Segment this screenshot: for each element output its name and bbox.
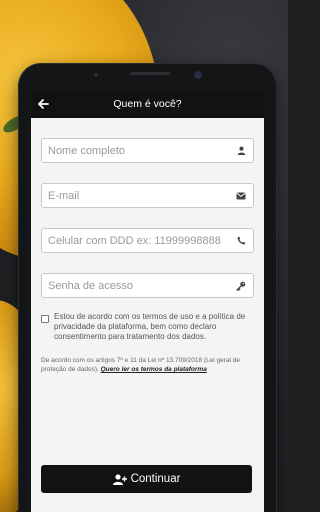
terms-link[interactable]: Quero ler os termos da plataforma (101, 366, 207, 373)
consent-row: Estou de acordo com os termos de uso e a… (41, 312, 254, 342)
top-bar: Quem é você? (31, 90, 264, 118)
phone-speaker (130, 72, 170, 75)
continue-button[interactable]: Continuar (41, 465, 252, 493)
name-input[interactable] (42, 139, 232, 162)
user-icon (232, 146, 250, 155)
phone-icon (232, 236, 250, 245)
phone-camera (195, 72, 201, 78)
app-screen: Quem é você? Nome completo E-mail Celula… (31, 90, 264, 512)
signup-form: Estou de acordo com os termos de uso e a… (31, 118, 264, 374)
back-button[interactable] (33, 94, 53, 114)
page-title: Quem é você? (113, 98, 182, 110)
envelope-icon (232, 192, 250, 200)
key-icon (232, 281, 250, 291)
name-field (41, 138, 254, 163)
phone-input[interactable] (42, 229, 232, 252)
consent-checkbox[interactable] (41, 315, 49, 323)
law-notice: De acordo com os artigos 7º e 11 da Lei … (41, 356, 254, 374)
continue-label: Continuar (130, 473, 181, 485)
phone-field (41, 228, 254, 253)
user-plus-icon (112, 473, 127, 485)
email-input[interactable] (42, 184, 232, 207)
email-field (41, 183, 254, 208)
phone-sensor (94, 73, 98, 77)
password-input[interactable] (42, 274, 232, 297)
arrow-left-icon (37, 99, 49, 109)
consent-label: Estou de acordo com os termos de uso e a… (54, 312, 246, 341)
password-field (41, 273, 254, 298)
